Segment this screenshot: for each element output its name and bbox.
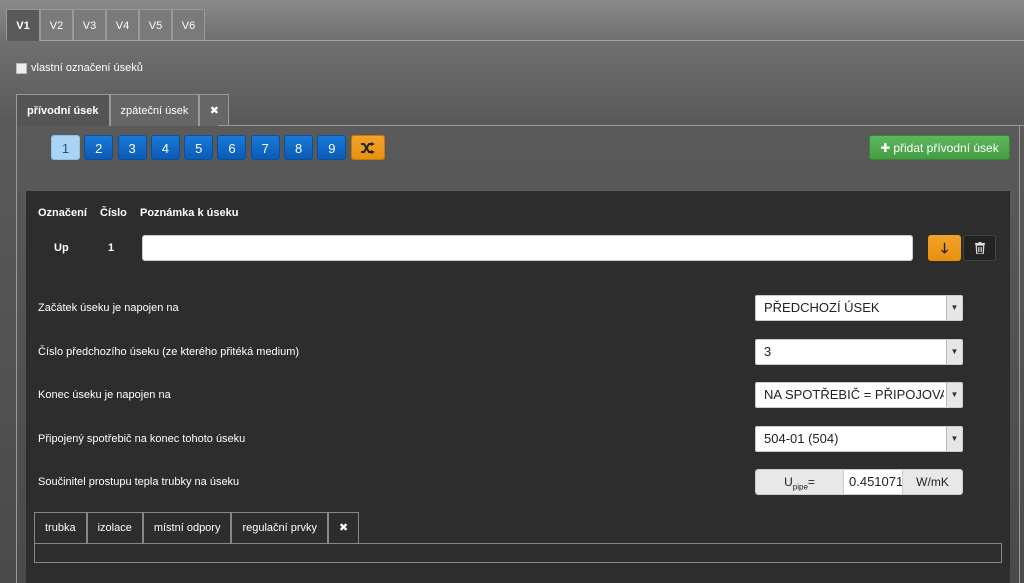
tab-v5[interactable]: V5 <box>139 9 172 41</box>
upipe-symbol: Upipe= <box>756 470 844 494</box>
tab-v2[interactable]: V2 <box>40 9 73 41</box>
upipe-subscript: pipe <box>792 482 808 492</box>
tab-insulation[interactable]: izolace <box>86 512 143 543</box>
section-tabs-divider <box>218 125 1024 126</box>
tabs-divider <box>40 40 1024 41</box>
section-button-7[interactable]: 7 <box>250 135 280 160</box>
column-header-note: Poznámka k úseku <box>140 207 239 219</box>
trash-icon <box>974 242 985 255</box>
start-connection-value: PŘEDCHOZÍ ÚSEK <box>764 300 880 315</box>
column-header-number: Číslo <box>100 207 127 219</box>
chevron-down-icon: ▼ <box>946 427 962 451</box>
close-icon[interactable]: ✖ <box>328 512 360 543</box>
detail-tabs: trubka izolace místní odpory regulační p… <box>34 512 360 543</box>
end-connection-label: Konec úseku je napojen na <box>38 389 171 401</box>
section-button-3[interactable]: 3 <box>117 135 147 160</box>
own-labeling-label: vlastní označení úseků <box>31 62 143 74</box>
upipe-equals: = <box>807 475 815 489</box>
tab-v1[interactable]: V1 <box>6 9 40 41</box>
section-button-4[interactable]: 4 <box>150 135 180 160</box>
previous-section-label: Číslo předchozího úseku (ze kterého přit… <box>38 346 300 358</box>
detail-tab-content <box>34 543 1002 563</box>
shuffle-icon <box>360 142 375 154</box>
heat-transfer-coefficient-input[interactable]: 0.451071 <box>844 470 902 494</box>
section-number-value: 1 <box>108 242 115 254</box>
arrow-down-icon: 🡓 <box>940 240 949 256</box>
tab-v6[interactable]: V6 <box>172 9 205 41</box>
version-tabs: V1 V2 V3 V4 V5 V6 <box>6 9 205 41</box>
tab-return-section[interactable]: zpáteční úsek <box>109 94 200 126</box>
own-labeling-option[interactable]: vlastní označení úseků <box>16 62 143 74</box>
tab-pipe[interactable]: trubka <box>34 512 87 543</box>
chevron-down-icon: ▼ <box>946 296 962 320</box>
column-header-label: Označení <box>38 207 87 219</box>
chevron-down-icon: ▼ <box>946 383 962 407</box>
end-connection-select[interactable]: NA SPOTŘEBIČ = PŘIPOJOVAC ▼ <box>755 382 963 408</box>
delete-section-button[interactable] <box>963 235 996 261</box>
section-note-input[interactable] <box>142 235 913 261</box>
section-button-2[interactable]: 2 <box>84 135 114 160</box>
tab-v4[interactable]: V4 <box>106 9 139 41</box>
add-supply-section-button[interactable]: ✚ přidat přívodní úsek <box>869 135 1010 160</box>
own-labeling-checkbox[interactable] <box>16 62 27 74</box>
shuffle-button[interactable] <box>350 135 385 160</box>
section-tabs: přívodní úsek zpáteční úsek ✖ <box>16 94 230 126</box>
close-icon[interactable]: ✖ <box>199 94 230 126</box>
section-button-6[interactable]: 6 <box>217 135 247 160</box>
tab-local-resistances[interactable]: místní odpory <box>142 512 232 543</box>
section-button-8[interactable]: 8 <box>284 135 314 160</box>
section-button-5[interactable]: 5 <box>184 135 214 160</box>
plus-icon: ✚ <box>880 141 891 155</box>
tab-supply-section[interactable]: přívodní úsek <box>16 94 110 126</box>
heat-transfer-coefficient-label: Součinitel prostupu tepla trubky na úsek… <box>38 476 240 488</box>
appliance-select[interactable]: 504-01 (504) ▼ <box>755 426 963 452</box>
heat-transfer-coefficient-unit: W/mK <box>902 470 962 494</box>
appliance-label: Připojený spotřebič na konec tohoto úsek… <box>38 433 246 445</box>
appliance-value: 504-01 (504) <box>764 431 839 446</box>
previous-section-value: 3 <box>764 344 772 359</box>
move-down-button[interactable]: 🡓 <box>928 235 961 261</box>
add-supply-section-label: přidat přívodní úsek <box>893 141 999 155</box>
tab-v3[interactable]: V3 <box>73 9 106 41</box>
section-button-1[interactable]: 1 <box>51 135 80 160</box>
chevron-down-icon: ▼ <box>946 340 962 364</box>
end-connection-value: NA SPOTŘEBIČ = PŘIPOJOVAC <box>764 387 944 402</box>
heat-transfer-coefficient-group: Upipe= 0.451071 W/mK <box>755 469 963 495</box>
start-connection-select[interactable]: PŘEDCHOZÍ ÚSEK ▼ <box>755 295 963 321</box>
section-button-9[interactable]: 9 <box>317 135 347 160</box>
previous-section-select[interactable]: 3 ▼ <box>755 339 963 365</box>
section-number-buttons: 1 2 3 4 5 6 7 8 9 <box>51 135 389 160</box>
upipe-symbol-letter: U <box>784 475 793 489</box>
tab-control-elements[interactable]: regulační prvky <box>231 512 329 543</box>
section-label-value: Up <box>54 242 69 254</box>
start-connection-label: Začátek úseku je napojen na <box>38 302 179 314</box>
